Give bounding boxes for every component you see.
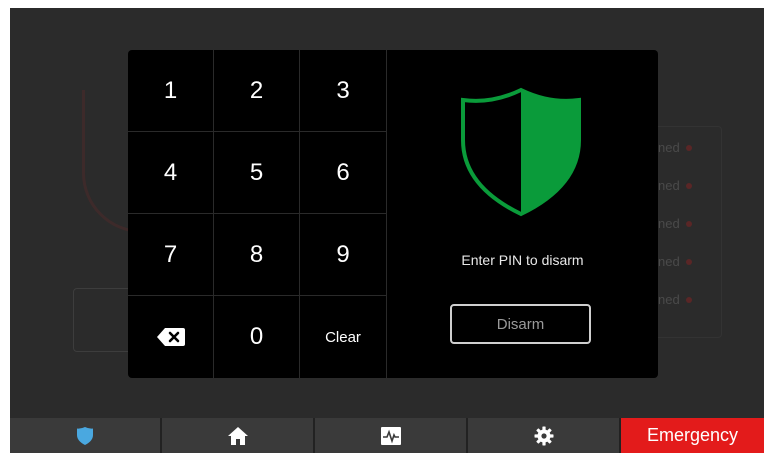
gear-icon <box>534 426 553 445</box>
background-status-row: ned <box>658 292 692 307</box>
key-4[interactable]: 4 <box>128 132 214 214</box>
pin-prompt: Enter PIN to disarm <box>461 252 584 268</box>
backspace-icon <box>156 328 185 346</box>
backspace-key[interactable] <box>128 296 214 378</box>
key-6[interactable]: 6 <box>300 132 387 214</box>
key-9[interactable]: 9 <box>300 214 387 296</box>
bottom-nav: Emergency <box>10 418 764 453</box>
background-status-row: ned <box>658 140 692 155</box>
background-status-row: ned <box>658 178 692 193</box>
key-7[interactable]: 7 <box>128 214 214 296</box>
disarm-button[interactable]: Disarm <box>450 304 591 344</box>
shield-icon <box>461 87 581 217</box>
key-2[interactable]: 2 <box>214 50 300 132</box>
nav-security[interactable] <box>10 418 162 453</box>
nav-home[interactable] <box>162 418 315 453</box>
key-3[interactable]: 3 <box>300 50 387 132</box>
background-status-row: ned <box>658 216 692 231</box>
nav-settings[interactable] <box>468 418 621 453</box>
shield-icon <box>77 426 93 445</box>
key-0[interactable]: 0 <box>214 296 300 378</box>
background-status-row: ned <box>658 254 692 269</box>
pin-keypad: 1 2 3 4 5 6 7 8 9 0 Clear <box>128 50 387 378</box>
app-screen: ned ned ned ned ned 1 2 3 4 5 6 7 8 9 0 … <box>10 8 764 453</box>
key-8[interactable]: 8 <box>214 214 300 296</box>
clear-key[interactable]: Clear <box>300 296 387 378</box>
home-icon <box>227 426 248 445</box>
emergency-button[interactable]: Emergency <box>621 418 764 453</box>
key-1[interactable]: 1 <box>128 50 214 132</box>
disarm-pin-dialog: 1 2 3 4 5 6 7 8 9 0 Clear Enter PIN to d… <box>128 50 658 378</box>
disarm-panel: Enter PIN to disarm Disarm <box>387 50 658 378</box>
nav-activity[interactable] <box>315 418 468 453</box>
activity-monitor-icon <box>380 426 401 445</box>
key-5[interactable]: 5 <box>214 132 300 214</box>
